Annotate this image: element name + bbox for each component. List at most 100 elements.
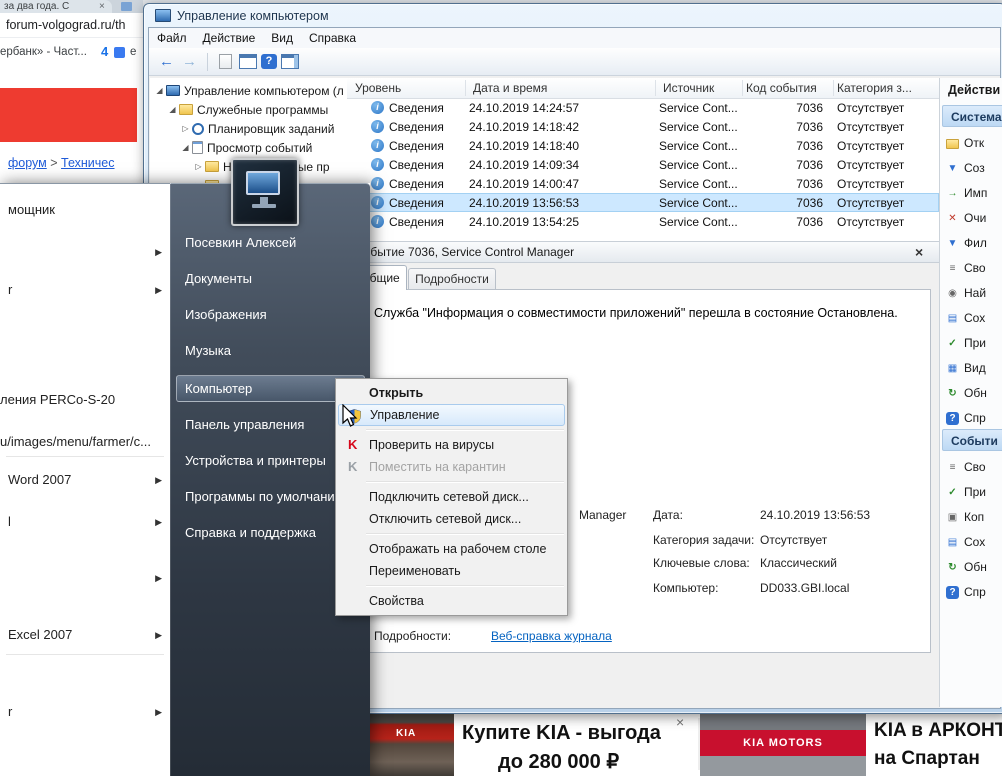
ad-banner-kia-arkont[interactable]: KIA MOTORS KIA в АРКОНТ на Спартан [700, 712, 1002, 776]
actions-section-event[interactable]: Событи [942, 429, 1002, 451]
start-left-item[interactable]: Word 2007▶ [0, 469, 170, 491]
bookmark-item[interactable]: ербанк» - Част... [0, 38, 87, 66]
start-item-user-name[interactable]: Посевкин Алексей [185, 229, 365, 256]
column-source[interactable]: Источник [663, 81, 714, 95]
tab-details[interactable]: Подробности [408, 268, 496, 290]
context-manage[interactable]: Управление [338, 404, 565, 426]
start-item-documents[interactable]: Документы [185, 265, 365, 292]
context-show-on-desktop[interactable]: Отображать на рабочем столе [338, 538, 565, 560]
bookmark-item[interactable]: е [130, 38, 136, 66]
context-scan-for-viruses[interactable]: KПроверить на вирусы [338, 434, 565, 456]
event-action-copy[interactable]: ▣Коп [946, 507, 984, 527]
tab-close-icon[interactable]: × [99, 0, 105, 13]
page-ad-image[interactable] [0, 88, 137, 142]
event-row-selected[interactable]: i Сведения 24.10.2019 13:56:53 Service C… [347, 193, 939, 212]
column-level[interactable]: Уровень [355, 81, 401, 95]
tree-item-system-tools[interactable]: ◢ Служебные программы [150, 100, 347, 119]
start-left-item[interactable]: ▶ [0, 567, 170, 589]
tree-item-event-viewer[interactable]: ◢ Просмотр событий [150, 138, 347, 157]
menu-action[interactable]: Действие [195, 29, 264, 47]
event-row[interactable]: i Сведения 24.10.2019 14:24:57 Service C… [347, 98, 939, 117]
context-map-network-drive[interactable]: Подключить сетевой диск... [338, 486, 565, 508]
action-save-all-events[interactable]: ▤Сох [946, 308, 985, 328]
event-row[interactable]: i Сведения 24.10.2019 14:18:42 Service C… [347, 117, 939, 136]
context-rename[interactable]: Переименовать [338, 560, 565, 582]
event-row[interactable]: i Сведения 24.10.2019 14:09:34 Service C… [347, 155, 939, 174]
event-log-online-help-link[interactable]: Веб-справка журнала [491, 629, 612, 643]
expander-icon[interactable]: ▷ [180, 124, 191, 133]
back-button[interactable]: ← [157, 53, 176, 70]
tree-item-task-scheduler[interactable]: ▷ Планировщик заданий [150, 119, 347, 138]
breadcrumb-link[interactable]: форум [8, 156, 47, 170]
expander-icon[interactable]: ◢ [167, 105, 178, 114]
details-title: Событие 7036, Service Control Manager [355, 245, 574, 259]
event-action-help[interactable]: ?Спр [946, 582, 986, 602]
action-filter-current-log[interactable]: ▼Фил [946, 233, 987, 253]
event-action-attach-task[interactable]: ✓При [946, 482, 986, 502]
show-action-pane-button[interactable] [281, 54, 299, 69]
action-refresh[interactable]: ↻Обн [946, 383, 987, 403]
ad-close-icon[interactable]: × [676, 714, 684, 730]
start-item-pictures[interactable]: Изображения [185, 301, 365, 328]
action-open-saved-log[interactable]: Отк [946, 133, 984, 153]
context-open[interactable]: Открыть [338, 382, 565, 404]
user-picture[interactable] [231, 158, 299, 226]
event-row[interactable]: i Сведения 24.10.2019 14:00:47 Service C… [347, 174, 939, 193]
column-category[interactable]: Категория з... [837, 81, 912, 95]
menu-help[interactable]: Справка [301, 29, 364, 47]
start-left-item[interactable]: Excel 2007▶ [0, 624, 170, 646]
column-event-id[interactable]: Код события [746, 81, 817, 95]
start-item-music[interactable]: Музыка [185, 337, 365, 364]
bookmark-favicon[interactable] [114, 47, 125, 58]
action-import-custom-view[interactable]: →Имп [946, 183, 987, 203]
browser-tab[interactable]: за два года. С × [0, 0, 112, 13]
action-view[interactable]: ▦Вид [946, 358, 986, 378]
antivirus-icon: K [348, 434, 357, 456]
forward-button[interactable]: → [180, 53, 199, 70]
action-attach-task[interactable]: ✓При [946, 333, 986, 353]
start-left-item[interactable]: u/images/menu/farmer/c... [0, 431, 170, 453]
event-row[interactable]: i Сведения 24.10.2019 13:54:25 Service C… [347, 212, 939, 231]
action-help[interactable]: ?Спр [946, 408, 986, 428]
context-disconnect-network-drive[interactable]: Отключить сетевой диск... [338, 508, 565, 530]
start-left-item[interactable]: l▶ [0, 511, 170, 533]
start-left-item[interactable]: ления PERCo-S-20 [0, 389, 170, 411]
event-action-save-selected[interactable]: ▤Сох [946, 532, 985, 552]
column-datetime[interactable]: Дата и время [473, 81, 547, 95]
address-bar[interactable]: forum-volgograd.ru/th [0, 13, 143, 38]
start-left-item[interactable]: r▶ [0, 279, 170, 301]
breadcrumb-link[interactable]: Техничес [61, 156, 114, 170]
expander-icon[interactable]: ▷ [193, 162, 204, 171]
close-icon[interactable]: × [915, 244, 923, 260]
show-console-tree-button[interactable] [239, 54, 257, 69]
event-row[interactable]: i Сведения 24.10.2019 14:18:40 Service C… [347, 136, 939, 155]
start-left-item[interactable]: мощник [0, 199, 170, 221]
export-list-button[interactable] [219, 54, 232, 69]
event-action-properties[interactable]: ≡Сво [946, 457, 986, 477]
url-text: forum-volgograd.ru/th [6, 18, 126, 32]
expander-icon[interactable]: ◢ [180, 143, 191, 152]
ad-banner-kia[interactable]: KIA Купите KIA - выгода до 280 000 ₽ × [370, 712, 698, 776]
actions-section-system[interactable]: Система [942, 105, 1002, 127]
menu-view[interactable]: Вид [263, 29, 301, 47]
folder-icon [205, 161, 219, 172]
action-properties[interactable]: ≡Сво [946, 258, 986, 278]
action-find[interactable]: ◉Най [946, 283, 986, 303]
field-label: Ключевые слова: [653, 556, 750, 570]
tree-item-computer-management[interactable]: ◢ Управление компьютером (л [150, 81, 347, 100]
submenu-arrow-icon: ▶ [155, 469, 162, 491]
browser-tab-favicon [121, 2, 132, 11]
start-left-item[interactable]: ▶ [0, 241, 170, 263]
help-button[interactable]: ? [261, 54, 277, 69]
action-create-custom-view[interactable]: ▼Соз [946, 158, 985, 178]
window-title: Управление компьютером [177, 9, 329, 23]
field-label: Компьютер: [653, 581, 718, 595]
action-clear-log[interactable]: ✕Очи [946, 208, 986, 228]
start-left-item[interactable]: r▶ [0, 701, 170, 723]
bookmark-badge[interactable]: 4 [101, 38, 108, 66]
menu-file[interactable]: Файл [149, 29, 195, 47]
context-properties[interactable]: Свойства [338, 590, 565, 612]
expander-icon[interactable]: ◢ [154, 86, 165, 95]
event-action-refresh[interactable]: ↻Обн [946, 557, 987, 577]
browser-tab-title: за два года. С [4, 1, 69, 12]
